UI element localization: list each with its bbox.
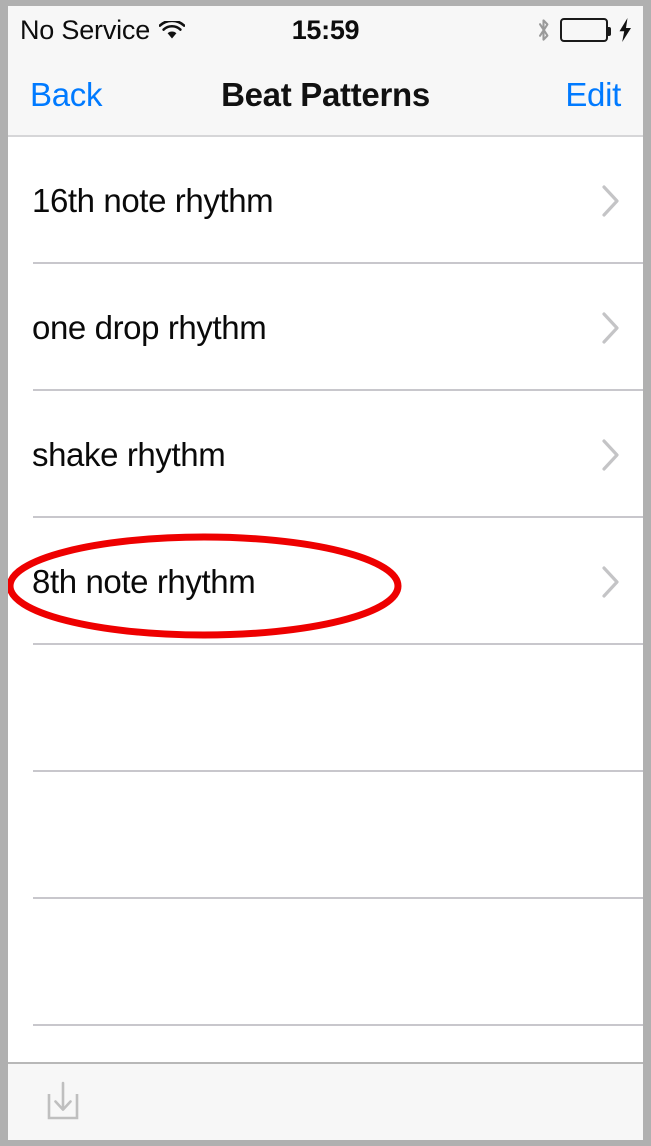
page-title: Beat Patterns [221,75,430,113]
download-tray-icon[interactable] [42,1081,84,1123]
list-item-label: 16th note rhythm [32,182,274,219]
list-item[interactable]: 8th note rhythm [8,518,643,645]
battery-cap [607,27,611,36]
list-item[interactable]: shake rhythm [8,391,643,518]
navigation-bar: Back Beat Patterns Edit [8,54,643,137]
chevron-right-icon [602,311,619,344]
wifi-icon [158,19,186,41]
phone-screen: No Service 15:59 Back Beat Patterns Edit… [8,6,643,1140]
list-item-label: one drop rhythm [32,309,267,346]
list-item[interactable]: 16th note rhythm [8,137,643,264]
chevron-right-icon [602,184,619,217]
edit-button[interactable]: Edit [565,78,621,111]
list-item-empty [8,645,643,772]
battery-icon [560,18,611,42]
list-item-empty [8,899,643,1026]
status-bar: No Service 15:59 [8,6,643,54]
chevron-right-icon [602,438,619,471]
bluetooth-icon [535,17,552,43]
bottom-toolbar [8,1062,643,1140]
chevron-right-icon [602,565,619,598]
beat-patterns-list: 16th note rhythm one drop rhythm shake rhy… [8,137,643,1026]
list-item-label: shake rhythm [32,436,226,473]
lightning-bolt-icon [616,18,633,42]
list-separator [33,1024,643,1026]
status-bar-left: No Service [20,14,186,45]
back-button[interactable]: Back [30,78,102,111]
carrier-label: No Service [20,14,151,45]
list-item[interactable]: one drop rhythm [8,264,643,391]
list-item-label: 8th note rhythm [32,563,256,600]
device-frame: No Service 15:59 Back Beat Patterns Edit… [0,0,651,1146]
list-item-empty [8,772,643,899]
status-bar-right [535,17,633,43]
clock-label: 15:59 [291,14,360,45]
